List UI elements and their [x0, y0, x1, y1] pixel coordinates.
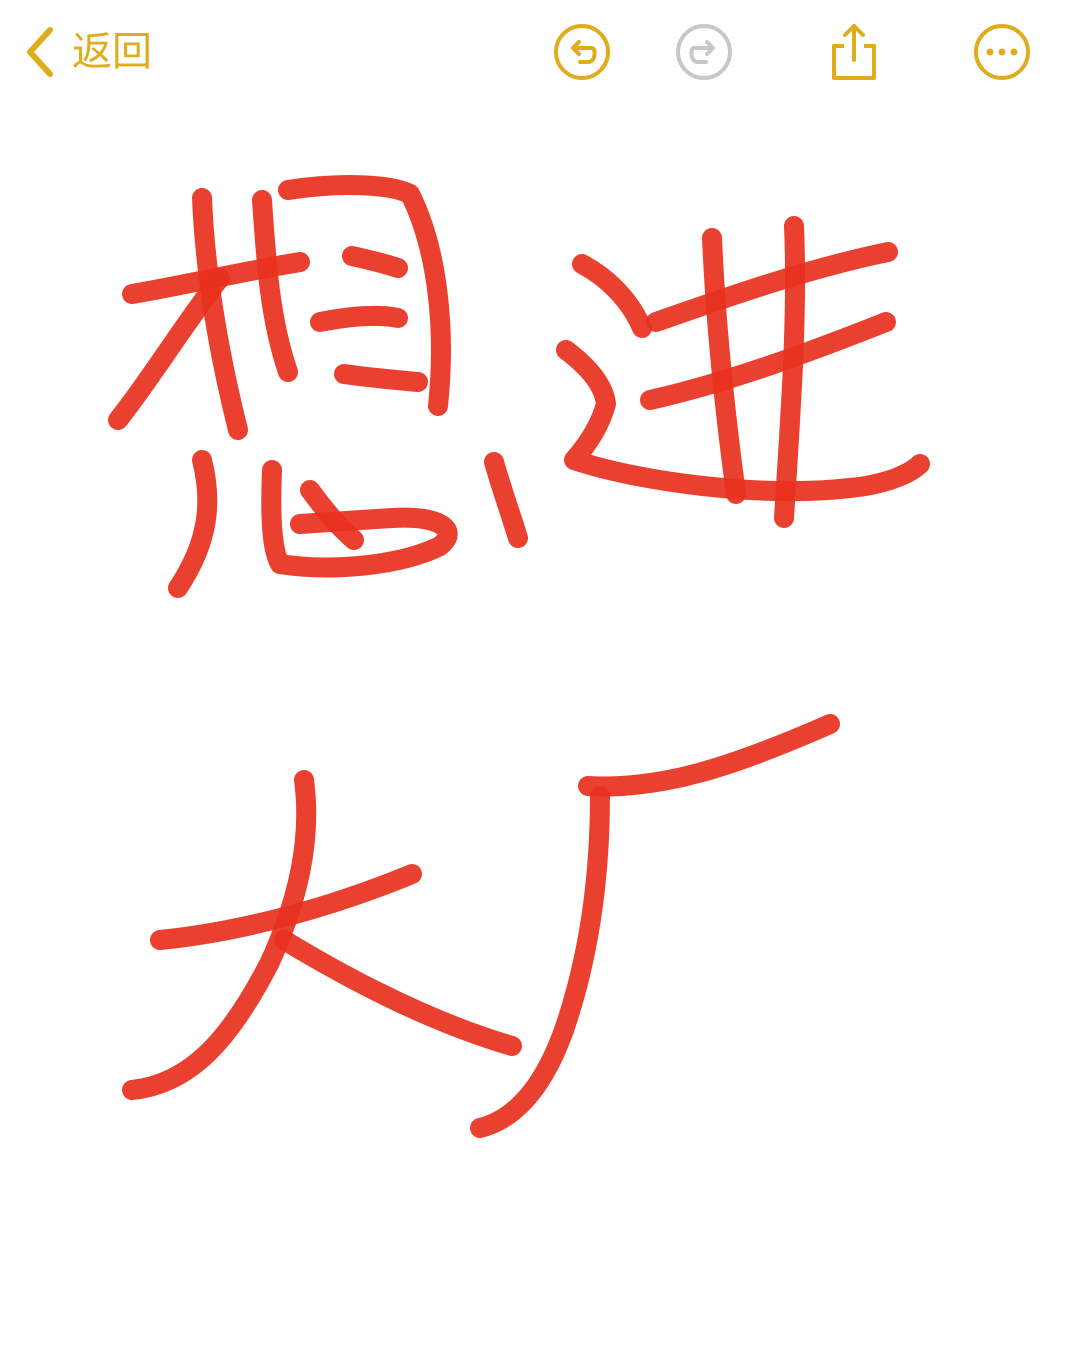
handwritten-char-da [122, 770, 522, 1100]
xiang-stroke-6 [342, 246, 408, 278]
jin-stroke-4 [640, 312, 896, 410]
xiang-stroke-10 [261, 460, 458, 578]
handwritten-char-xiang [108, 175, 528, 598]
jin-stroke-3 [646, 242, 898, 332]
jin-stroke-6 [774, 216, 806, 528]
xiang-stroke-8 [334, 364, 428, 392]
drawing-canvas[interactable] [0, 0, 1080, 1371]
handwritten-char-jin [556, 216, 930, 528]
da-stroke-3 [274, 930, 522, 1056]
xiang-stroke-2 [192, 188, 248, 440]
xiang-stroke-12 [484, 452, 528, 548]
jin-stroke-1 [572, 254, 652, 338]
chang-stroke-1 [578, 714, 840, 797]
jin-stroke-5 [702, 228, 746, 504]
handwritten-char-chang [470, 714, 840, 1138]
xiang-stroke-4 [252, 190, 298, 382]
chang-stroke-2 [470, 786, 610, 1138]
xiang-stroke-9 [168, 450, 218, 598]
xiang-stroke-7 [310, 305, 408, 332]
